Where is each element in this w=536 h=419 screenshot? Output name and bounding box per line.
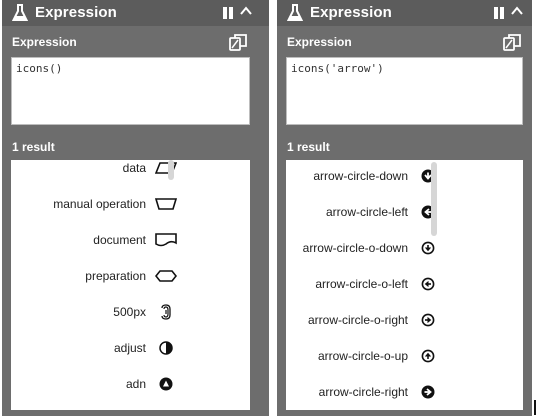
panel-titlebar[interactable]: Expression [2,0,269,26]
arrow-circle-o-up-icon [416,348,440,364]
chevron-up-icon[interactable] [510,5,524,17]
adjust-icon [154,340,178,356]
list-item[interactable]: manual operation [53,186,178,222]
document-shape-icon [154,232,178,248]
expression-input[interactable]: icons() [11,57,250,125]
copy-icon[interactable] [502,32,522,52]
results-list[interactable]: arrow-circle-down arrow-circle-left arro… [286,160,523,410]
panel-titlebar[interactable]: Expression [277,0,532,26]
list-item[interactable]: arrow-circle-right [319,374,440,410]
panel-title: Expression [310,4,392,21]
expression-input[interactable]: icons('arrow') [286,57,523,125]
expression-label: Expression [287,35,352,49]
result-count: 1 result [12,140,55,154]
scrollbar[interactable] [431,162,437,236]
scrollbar[interactable] [168,160,174,180]
copy-icon[interactable] [228,32,248,52]
arrow-circle-o-right-icon [416,312,440,328]
arrow-circle-o-left-icon [416,276,440,292]
pause-icon[interactable] [494,7,504,19]
result-count: 1 result [287,140,330,154]
list-item[interactable]: arrow-circle-left [326,194,440,230]
adn-icon [154,376,178,392]
expression-panel-left: Expression Expression icons() 1 result d… [2,0,269,416]
results-list[interactable]: data manual operation document preparati… [11,160,250,410]
arrow-circle-right-icon [416,384,440,400]
list-item[interactable]: arrow-circle-o-up [318,338,440,374]
list-item[interactable]: 500px [113,294,178,330]
list-item[interactable]: preparation [85,258,178,294]
list-item[interactable]: adjust [114,330,178,366]
expression-label: Expression [12,35,77,49]
flask-icon [287,4,303,21]
500px-icon [154,304,178,320]
list-item[interactable]: arrow-circle-o-down [303,230,440,266]
panel-title: Expression [35,4,117,21]
expression-panel-right: Expression Expression icons('arrow') 1 r… [277,0,532,416]
parallelogram-icon [154,160,178,176]
hexagon-icon [154,268,178,284]
flask-icon [12,4,28,21]
list-item[interactable]: arrow-circle-o-left [315,266,440,302]
list-item[interactable]: document [93,222,178,258]
trapezoid-icon [154,196,178,212]
chevron-up-icon[interactable] [239,5,253,17]
list-item[interactable]: arrow-circle-down [313,160,440,194]
pause-icon[interactable] [223,7,233,19]
list-item[interactable]: arrow-circle-o-right [308,302,440,338]
list-item[interactable]: adn [126,366,178,402]
arrow-circle-o-down-icon [416,240,440,256]
